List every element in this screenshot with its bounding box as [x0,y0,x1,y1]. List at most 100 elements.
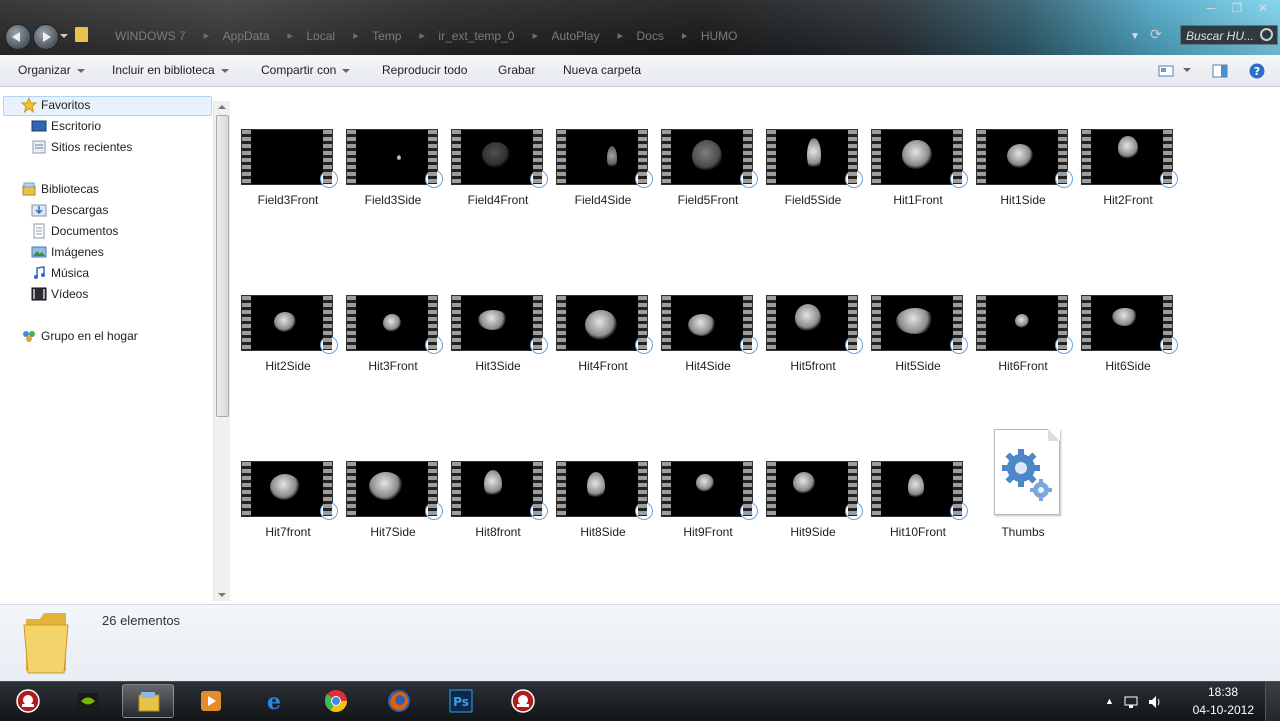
sidebar-item-pictures[interactable]: Imágenes [31,242,104,262]
taskbar-ie[interactable]: e [248,684,300,718]
file-item[interactable]: Hit6Side [1071,253,1178,373]
scrollbar-thumb[interactable] [216,115,229,417]
file-item[interactable]: Field5Side [756,87,863,207]
search-input[interactable]: Buscar HU... [1180,25,1278,45]
taskbar-firefox[interactable] [373,684,425,718]
organize-button[interactable]: Organizar [18,55,85,86]
restore-button[interactable]: ❐ [1224,0,1250,18]
change-view-icon[interactable] [1158,63,1174,79]
sidebar-item-libraries[interactable]: Bibliotecas [22,179,100,199]
file-name: Hit9Front [683,525,733,539]
file-item[interactable]: Hit6Front [966,253,1073,373]
view-options-chevron-icon[interactable] [1183,68,1191,72]
breadcrumb-item[interactable]: Local [283,29,349,43]
include-in-library-button[interactable]: Incluir en biblioteca [112,55,229,86]
file-item[interactable]: Hit9Side [756,419,863,539]
sidebar-scrollbar[interactable] [213,101,230,601]
file-item[interactable]: Hit3Side [441,253,548,373]
sidebar-item-label: Bibliotecas [41,182,100,196]
scroll-down-icon[interactable] [218,593,226,597]
taskbar-photoshop[interactable]: Ps [435,684,487,718]
sidebar-item-documents[interactable]: Documentos [33,221,118,241]
breadcrumb[interactable]: WINDOWS 7 AppData Local Temp ir_ext_temp… [92,27,752,45]
documents-icon [33,223,45,239]
file-item[interactable]: Hit5front [756,253,863,373]
sidebar-item-label: Imágenes [51,245,104,259]
file-item[interactable]: Hit9Front [651,419,758,539]
file-name: Field4Side [574,193,632,207]
network-icon[interactable] [1123,694,1139,710]
file-item[interactable]: Thumbs [966,419,1071,539]
taskbar-app[interactable] [497,684,549,718]
file-item[interactable]: Hit7front [231,419,338,539]
file-item[interactable]: Field5Front [651,87,758,207]
address-dropdown-chevron-icon[interactable]: ▼ [1130,31,1140,42]
breadcrumb-item[interactable]: Temp [349,29,415,43]
ie-icon: e [267,689,281,713]
show-desktop-button[interactable] [1265,682,1280,721]
taskbar-explorer[interactable] [122,684,174,718]
taskbar-media-player[interactable] [185,684,237,718]
breadcrumb-item[interactable]: Docs [613,29,677,43]
file-item[interactable]: Hit10Front [861,419,968,539]
file-item[interactable]: Hit2Side [231,253,338,373]
minimize-button[interactable]: ─ [1198,0,1224,18]
forward-button[interactable] [33,24,59,50]
video-thumbnail [451,129,548,188]
sidebar-item-videos[interactable]: Vídeos [31,284,88,304]
scroll-up-icon[interactable] [218,105,226,109]
breadcrumb-item[interactable]: ir_ext_temp_0 [415,29,528,43]
file-item[interactable]: Hit1Front [861,87,968,207]
media-player-icon [1160,170,1178,188]
refresh-icon[interactable]: ⟳ [1150,26,1166,42]
recent-pages-chevron-icon[interactable] [60,34,68,38]
back-button[interactable] [5,24,31,50]
show-hidden-icons-chevron-icon[interactable]: ▲ [1105,696,1114,706]
sidebar-item-label: Escritorio [51,119,102,133]
close-button[interactable]: ✕ [1250,0,1276,18]
details-pane: 26 elementos [0,604,1280,682]
file-item[interactable]: Hit2Front [1071,87,1178,207]
file-name: Hit9Side [790,525,836,539]
file-item[interactable]: Hit4Side [651,253,758,373]
breadcrumb-item[interactable]: AppData [200,29,284,43]
media-player-icon [1160,336,1178,354]
video-thumbnail [871,461,968,520]
play-all-button[interactable]: Reproducir todo [382,55,467,86]
file-item[interactable]: Hit5Side [861,253,968,373]
clock-date[interactable]: 04-10-2012 [1193,703,1254,717]
search-icon [1260,28,1273,41]
file-item[interactable]: Hit7Side [336,419,443,539]
share-with-button[interactable]: Compartir con [261,55,351,86]
taskbar-nvidia[interactable] [62,684,114,718]
file-item[interactable]: Field3Side [336,87,443,207]
file-item[interactable]: Hit3Front [336,253,443,373]
sidebar-item-favorites[interactable]: Favoritos [21,95,90,115]
file-name: Hit10Front [889,525,947,539]
file-item[interactable]: Field4Side [546,87,653,207]
sidebar-item-downloads[interactable]: Descargas [31,200,108,220]
breadcrumb-item[interactable]: WINDOWS 7 [92,29,200,43]
volume-icon[interactable] [1147,694,1163,710]
file-item[interactable]: Hit4Front [546,253,653,373]
breadcrumb-item[interactable]: AutoPlay [528,29,613,43]
gear-icon [1002,449,1052,501]
taskbar-chrome[interactable] [310,684,362,718]
help-icon[interactable]: ? [1249,63,1265,79]
preview-pane-icon[interactable] [1212,63,1228,79]
sidebar-item-desktop[interactable]: Escritorio [31,116,102,136]
file-item[interactable]: Hit8Side [546,419,653,539]
sidebar-item-music[interactable]: Música [34,263,89,283]
desktop-icon [31,120,47,132]
file-item[interactable]: Field4Front [441,87,548,207]
file-item[interactable]: Field3Front [231,87,338,207]
sidebar-item-homegroup[interactable]: Grupo en el hogar [23,326,138,346]
start-button[interactable] [2,684,54,718]
file-item[interactable]: Hit8front [441,419,548,539]
new-folder-button[interactable]: Nueva carpeta [563,55,641,86]
clock-time[interactable]: 18:38 [1208,685,1238,699]
breadcrumb-item[interactable]: HUMO [678,29,752,43]
burn-button[interactable]: Grabar [498,55,535,86]
file-item[interactable]: Hit1Side [966,87,1073,207]
sidebar-item-recent[interactable]: Sitios recientes [32,137,132,157]
